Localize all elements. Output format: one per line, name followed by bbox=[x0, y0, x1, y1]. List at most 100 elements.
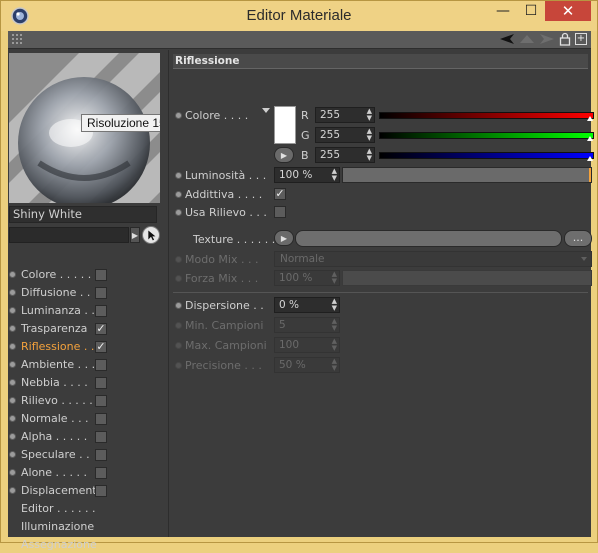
channel-ambiente[interactable]: Ambiente . . . bbox=[8, 356, 163, 373]
color-swatch[interactable] bbox=[274, 106, 296, 144]
channel-luminanza[interactable]: Luminanza . . bbox=[8, 302, 163, 319]
color-options-button[interactable]: ▶ bbox=[274, 147, 294, 163]
stepper-arrows-icon[interactable]: ▲ ▼ bbox=[332, 318, 337, 332]
precision-input[interactable]: 50 % ▲ ▼ bbox=[274, 357, 340, 373]
channel-label: Trasparenza bbox=[21, 322, 87, 335]
animation-dot[interactable] bbox=[175, 112, 182, 119]
g-slider[interactable] bbox=[379, 132, 594, 141]
channel-nebbia[interactable]: Nebbia . . . . bbox=[8, 374, 163, 391]
r-slider[interactable] bbox=[379, 112, 594, 121]
texture-browse-button[interactable]: ... bbox=[564, 230, 592, 247]
channel-dot bbox=[9, 325, 16, 332]
channel-dot bbox=[9, 433, 16, 440]
mix-strength-input[interactable]: 100 % ▲ ▼ bbox=[274, 270, 340, 286]
back-arrow-icon[interactable] bbox=[499, 33, 515, 45]
use-bump-label: Usa Rilievo . . . bbox=[185, 206, 267, 219]
animation-dot[interactable] bbox=[175, 256, 182, 263]
channel-alpha[interactable]: Alpha . . . . . bbox=[8, 428, 163, 445]
g-input[interactable]: 255 ▲ ▼ bbox=[315, 127, 375, 143]
channel-dot bbox=[9, 397, 16, 404]
brightness-input[interactable]: 100 % ▲ ▼ bbox=[274, 167, 340, 183]
b-slider[interactable] bbox=[379, 152, 594, 161]
stepper-arrows-icon[interactable]: ▲ ▼ bbox=[332, 358, 337, 372]
channel-alone[interactable]: Alone . . . . . bbox=[8, 464, 163, 481]
r-input[interactable]: 255 ▲ ▼ bbox=[315, 107, 375, 123]
grip-icon[interactable] bbox=[12, 34, 24, 46]
picker-cursor-icon[interactable] bbox=[142, 226, 160, 244]
max-samples-input[interactable]: 100 ▲ ▼ bbox=[274, 337, 340, 353]
dispersion-input[interactable]: 0 % ▲ ▼ bbox=[274, 297, 340, 313]
channel-label: Luminanza . . bbox=[21, 304, 95, 317]
channel-enable-checkbox[interactable] bbox=[95, 484, 107, 497]
texture-slot[interactable] bbox=[295, 230, 562, 247]
animation-dot[interactable] bbox=[175, 322, 182, 329]
filter-dropdown-button[interactable]: ▶ bbox=[130, 227, 140, 243]
animation-dot[interactable] bbox=[175, 302, 182, 309]
material-name-field[interactable]: Shiny White bbox=[9, 206, 157, 223]
close-button[interactable]: ✕ bbox=[545, 1, 591, 21]
animation-dot[interactable] bbox=[175, 275, 182, 282]
page-link[interactable]: Assegnazione bbox=[8, 536, 163, 553]
brightness-slider[interactable] bbox=[342, 167, 592, 183]
resolution-tooltip: Risoluzione 150 x 150 bbox=[81, 114, 160, 132]
channel-enable-checkbox[interactable] bbox=[95, 430, 107, 443]
animation-dot[interactable] bbox=[175, 209, 182, 216]
animation-dot[interactable] bbox=[175, 172, 182, 179]
channel-enable-checkbox[interactable] bbox=[95, 358, 107, 371]
page-label: Illuminazione bbox=[21, 520, 95, 533]
use-bump-checkbox[interactable] bbox=[274, 206, 286, 218]
channel-colore[interactable]: Colore . . . . . bbox=[8, 266, 163, 283]
channel-label-text: Trasparenza bbox=[21, 322, 88, 335]
channel-riflessione[interactable]: Riflessione . . ✓ bbox=[8, 338, 163, 355]
minimize-button[interactable]: — bbox=[489, 1, 517, 21]
channel-enable-checkbox[interactable] bbox=[95, 286, 107, 299]
channel-diffusione[interactable]: Diffusione . . bbox=[8, 284, 163, 301]
maximize-button[interactable]: ☐ bbox=[517, 1, 545, 21]
channel-enable-checkbox[interactable] bbox=[95, 304, 107, 317]
channel-displacement[interactable]: Displacement bbox=[8, 482, 163, 499]
stepper-arrows-icon[interactable]: ▲ ▼ bbox=[367, 148, 372, 162]
title-bar[interactable]: Editor Materiale — ☐ ✕ bbox=[1, 1, 597, 31]
forward-arrow-icon[interactable] bbox=[539, 33, 555, 45]
stepper-arrows-icon[interactable]: ▲ ▼ bbox=[332, 168, 337, 182]
r-slider-marker[interactable] bbox=[587, 116, 593, 121]
page-link[interactable]: Editor . . . . . . bbox=[8, 500, 163, 517]
chevron-down-icon[interactable] bbox=[262, 108, 270, 113]
additive-checkbox[interactable]: ✓ bbox=[274, 188, 286, 200]
b-input[interactable]: 255 ▲ ▼ bbox=[315, 147, 375, 163]
mix-mode-select[interactable]: Normale bbox=[274, 251, 592, 267]
channel-normale[interactable]: Normale . . . bbox=[8, 410, 163, 427]
page-link[interactable]: Illuminazione bbox=[8, 518, 163, 535]
channel-enable-checkbox[interactable] bbox=[95, 394, 107, 407]
lock-icon[interactable] bbox=[559, 32, 571, 46]
up-arrow-icon[interactable] bbox=[519, 33, 535, 45]
channel-speculare[interactable]: Speculare . . bbox=[8, 446, 163, 463]
channel-leader-dots: . . . bbox=[74, 358, 96, 371]
stepper-arrows-icon[interactable]: ▲ ▼ bbox=[332, 298, 337, 312]
b-label: B bbox=[301, 149, 309, 162]
stepper-arrows-icon[interactable]: ▲ ▼ bbox=[332, 338, 337, 352]
animation-dot[interactable] bbox=[175, 362, 182, 369]
channel-enable-checkbox[interactable] bbox=[95, 268, 107, 281]
new-window-icon[interactable]: + bbox=[575, 33, 587, 45]
texture-options-button[interactable]: ▶ bbox=[274, 230, 294, 246]
min-samples-input[interactable]: 5 ▲ ▼ bbox=[274, 317, 340, 333]
channel-enable-checkbox[interactable]: ✓ bbox=[95, 322, 107, 335]
filter-input[interactable] bbox=[9, 227, 129, 243]
material-preview[interactable]: Risoluzione 150 x 150 bbox=[9, 53, 160, 203]
channel-rilievo[interactable]: Rilievo . . . . . bbox=[8, 392, 163, 409]
animation-dot[interactable] bbox=[175, 342, 182, 349]
channel-enable-checkbox[interactable] bbox=[95, 376, 107, 389]
channel-trasparenza[interactable]: Trasparenza ✓ bbox=[8, 320, 163, 337]
g-slider-marker[interactable] bbox=[587, 136, 593, 141]
b-slider-marker[interactable] bbox=[587, 156, 593, 161]
channel-enable-checkbox[interactable] bbox=[95, 412, 107, 425]
channel-enable-checkbox[interactable] bbox=[95, 448, 107, 461]
stepper-arrows-icon[interactable]: ▲ ▼ bbox=[367, 128, 372, 142]
channel-enable-checkbox[interactable]: ✓ bbox=[95, 340, 107, 353]
channel-enable-checkbox[interactable] bbox=[95, 466, 107, 479]
animation-dot[interactable] bbox=[175, 191, 182, 198]
mix-strength-slider[interactable] bbox=[342, 270, 592, 286]
stepper-arrows-icon[interactable]: ▲ ▼ bbox=[332, 271, 337, 285]
stepper-arrows-icon[interactable]: ▲ ▼ bbox=[367, 108, 372, 122]
